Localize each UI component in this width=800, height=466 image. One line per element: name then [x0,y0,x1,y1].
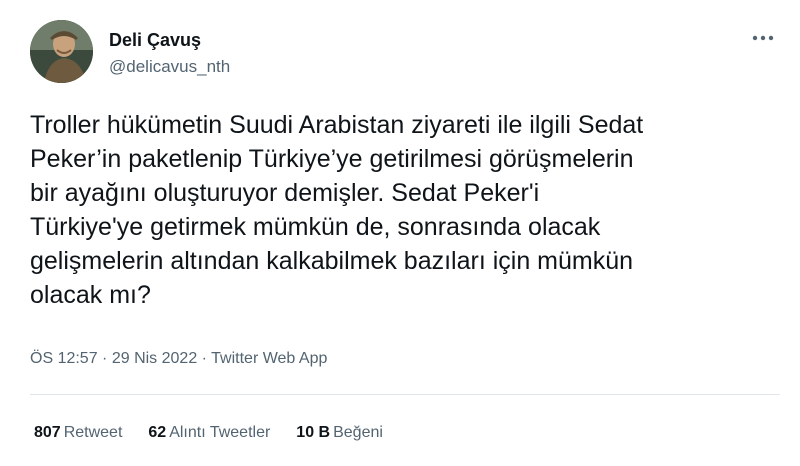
retweets-count: 807 [34,424,61,441]
likes-label: Beğeni [333,424,383,441]
tweet-stats: 807 Retweet 62 Alıntı Tweetler 10 B Beğeni [34,424,383,442]
tweet-source[interactable]: Twitter Web App [211,350,327,367]
quotes-label: Alıntı Tweetler [169,424,271,441]
display-name[interactable]: Deli Çavuş [109,30,201,51]
likes-count: 10 B [296,424,331,441]
retweets-stat[interactable]: 807 Retweet [34,424,122,442]
user-handle[interactable]: @delicavus_nth [109,57,230,77]
quote-tweets-stat[interactable]: 62 Alıntı Tweetler [148,424,270,442]
avatar[interactable] [30,20,93,83]
tweet-card: Deli Çavuş @delicavus_nth Troller hüküme… [0,0,800,466]
divider [30,394,780,395]
more-options-button[interactable] [746,26,780,50]
meta-separator: · [197,350,212,367]
tweet-meta: ÖS 12:57 · 29 Nis 2022 · Twitter Web App [30,350,327,368]
retweets-label: Retweet [63,424,123,441]
more-horizontal-icon [752,35,774,41]
tweet-date[interactable]: 29 Nis 2022 [112,350,197,367]
quotes-count: 62 [148,424,167,441]
tweet-time[interactable]: ÖS 12:57 [30,350,98,367]
avatar-image [30,20,93,83]
likes-stat[interactable]: 10 B Beğeni [296,424,383,442]
tweet-text: Troller hükümetin Suudi Arabistan ziyare… [30,111,644,309]
meta-separator: · [97,350,112,367]
